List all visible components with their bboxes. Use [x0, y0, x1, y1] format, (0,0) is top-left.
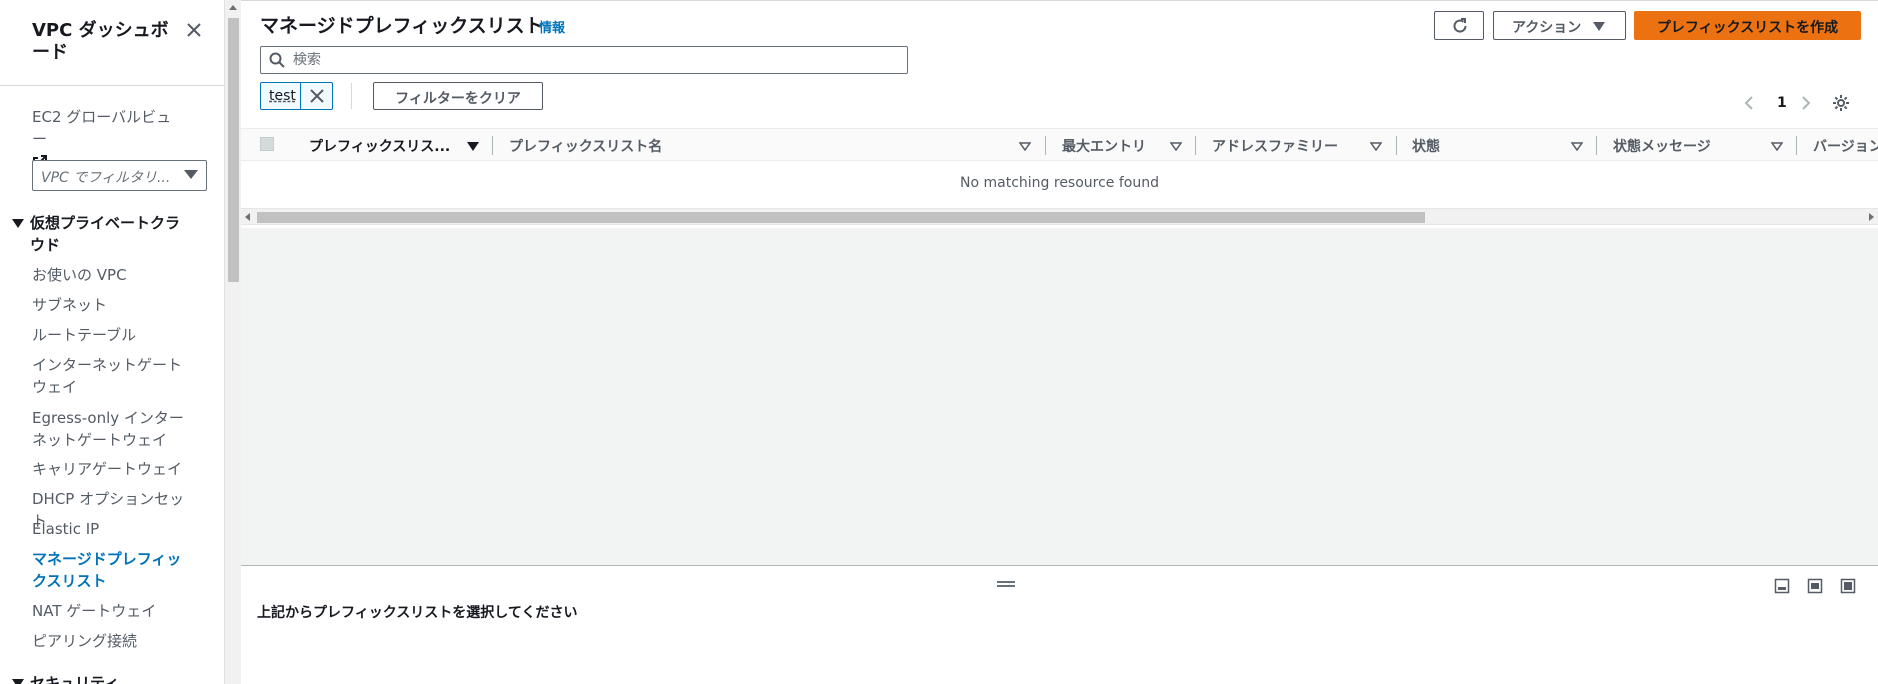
column-header-state[interactable]: 状態: [1412, 136, 1440, 156]
close-icon: [310, 89, 324, 103]
sort-icon[interactable]: [1170, 142, 1182, 151]
column-separator[interactable]: [1045, 136, 1046, 155]
section-security-title: セキュリティ: [30, 674, 120, 684]
caret-down-icon: [184, 170, 198, 179]
sidebar-item-internet-gateways[interactable]: インターネットゲートウェイ: [32, 354, 192, 398]
sidebar-scrollbar[interactable]: [224, 0, 241, 684]
caret-down-icon: [12, 679, 24, 684]
select-all-checkbox[interactable]: [260, 137, 274, 151]
split-panel-message: 上記からプレフィックスリストを選択してください: [257, 605, 578, 621]
column-separator[interactable]: [1596, 136, 1597, 155]
filter-token-label[interactable]: test: [269, 88, 296, 104]
filter-token: test: [260, 82, 333, 110]
table-header: プレフィックスリス... プレフィックスリスト名 最大エントリ アドレスファミリ…: [241, 128, 1878, 161]
ec2-global-view-label: EC2 グローバルビュー: [32, 108, 172, 148]
panel-bottom-icon[interactable]: [1774, 578, 1790, 594]
table-horizontal-scrollbar[interactable]: [241, 208, 1878, 225]
search-icon: [269, 52, 285, 68]
split-panel-resize-handle[interactable]: [997, 580, 1015, 588]
chevron-right-icon[interactable]: [1799, 95, 1813, 111]
caret-down-icon: [12, 219, 24, 228]
main-content: マネージドプレフィックスリスト 情報 アクション プレフィックスリストを作成 t…: [241, 0, 1878, 684]
column-header-prefix-list-name[interactable]: プレフィックスリスト名: [509, 136, 662, 156]
column-header-prefix-list-id[interactable]: プレフィックスリス...: [309, 136, 450, 156]
sort-descending-icon[interactable]: [467, 142, 479, 151]
current-page-number[interactable]: 1: [1777, 95, 1787, 111]
scroll-left-arrow-icon[interactable]: [245, 213, 250, 221]
section-vpc-toggle[interactable]: 仮想プライベートクラウド: [12, 212, 192, 256]
close-icon[interactable]: [184, 20, 204, 40]
vpc-filter-select[interactable]: VPC でフィルタリ...: [32, 160, 207, 191]
sidebar-item-peering-connections[interactable]: ピアリング接続: [32, 630, 192, 652]
gear-icon[interactable]: [1832, 94, 1850, 112]
panel-full-icon[interactable]: [1840, 578, 1856, 594]
column-header-version[interactable]: バージョン: [1813, 136, 1878, 156]
sidebar-item-elastic-ip[interactable]: Elastic IP: [32, 518, 192, 540]
sidebar-title[interactable]: VPC ダッシュボード: [32, 20, 182, 64]
sidebar-item-managed-prefix-lists[interactable]: マネージドプレフィックスリスト: [32, 548, 192, 592]
column-header-max-entries[interactable]: 最大エントリ: [1062, 136, 1146, 156]
actions-dropdown-button[interactable]: アクション: [1493, 11, 1626, 40]
scroll-up-arrow-icon[interactable]: [229, 5, 237, 10]
sidebar-item-route-tables[interactable]: ルートテーブル: [32, 324, 192, 346]
column-separator[interactable]: [492, 136, 493, 155]
section-security-toggle[interactable]: セキュリティ: [12, 672, 119, 684]
sort-icon[interactable]: [1771, 142, 1783, 151]
sort-icon[interactable]: [1370, 142, 1382, 151]
sidebar-item-your-vpcs[interactable]: お使いの VPC: [32, 264, 192, 286]
sort-icon[interactable]: [1571, 142, 1583, 151]
scroll-right-arrow-icon[interactable]: [1869, 213, 1874, 221]
scrollbar-thumb[interactable]: [228, 18, 239, 282]
sidebar-header: VPC ダッシュボード: [0, 0, 224, 86]
actions-label: アクション: [1512, 20, 1582, 36]
search-field[interactable]: [260, 46, 908, 74]
info-link[interactable]: 情報: [539, 17, 565, 36]
side-navigation: VPC ダッシュボード EC2 グローバルビュー VPC でフィルタリ... 仮…: [0, 0, 224, 684]
column-header-address-family[interactable]: アドレスファミリー: [1212, 136, 1338, 156]
prefix-list-table-panel: マネージドプレフィックスリスト 情報 アクション プレフィックスリストを作成 t…: [241, 0, 1878, 228]
sort-icon[interactable]: [1019, 142, 1031, 151]
search-input[interactable]: [293, 50, 893, 70]
chevron-left-icon[interactable]: [1742, 95, 1756, 111]
column-separator[interactable]: [1796, 136, 1797, 155]
empty-message: No matching resource found: [960, 175, 1159, 191]
refresh-button[interactable]: [1434, 11, 1484, 40]
scrollbar-thumb[interactable]: [257, 212, 1425, 223]
caret-down-icon: [1593, 22, 1605, 31]
sidebar-item-carrier-gateways[interactable]: キャリアゲートウェイ: [32, 458, 192, 480]
column-separator[interactable]: [1195, 136, 1196, 155]
section-vpc-title: 仮想プライベートクラウド: [30, 214, 181, 254]
vpc-filter-placeholder: VPC でフィルタリ...: [41, 170, 171, 186]
column-header-state-message[interactable]: 状態メッセージ: [1613, 136, 1711, 156]
clear-filters-button[interactable]: フィルターをクリア: [373, 82, 543, 110]
refresh-icon: [1453, 18, 1467, 33]
panel-side-icon[interactable]: [1807, 578, 1823, 594]
sidebar-item-nat-gateways[interactable]: NAT ゲートウェイ: [32, 600, 192, 622]
sidebar-item-subnets[interactable]: サブネット: [32, 294, 192, 316]
create-prefix-list-button[interactable]: プレフィックスリストを作成: [1634, 11, 1861, 40]
split-panel: 上記からプレフィックスリストを選択してください: [241, 565, 1878, 684]
sidebar-item-egress-only-igw[interactable]: Egress-only インターネットゲートウェイ: [32, 407, 192, 451]
column-separator[interactable]: [1396, 136, 1397, 155]
divider: [351, 83, 352, 109]
page-title: マネージドプレフィックスリスト: [260, 15, 544, 37]
table-empty-state: No matching resource found: [241, 161, 1878, 208]
remove-filter-button[interactable]: [300, 83, 333, 109]
